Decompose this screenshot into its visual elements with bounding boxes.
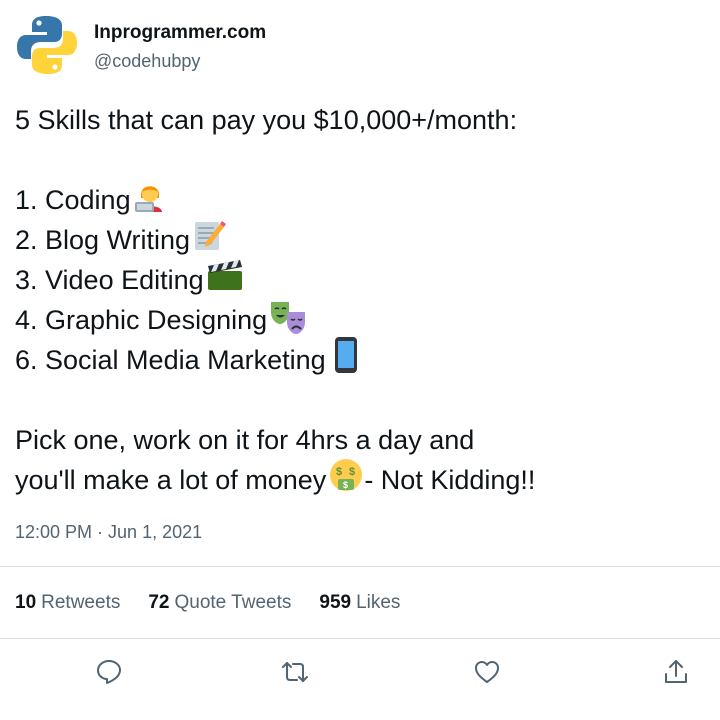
python-logo-icon[interactable] <box>14 12 80 78</box>
skill-item: 1. Coding <box>15 180 705 220</box>
skill-item-label: 3. Video Editing <box>15 265 204 295</box>
tweet-text: 5 Skills that can pay you $10,000+/month… <box>15 100 705 500</box>
tweet-date: Jun 1, 2021 <box>108 522 203 542</box>
svg-text:$: $ <box>336 466 342 478</box>
svg-text:$: $ <box>343 480 348 490</box>
tweet-closing-text: you'll make a lot of money <box>15 465 327 495</box>
retweets-stat[interactable]: 10 Retweets <box>15 592 120 614</box>
skill-item: 2. Blog Writing <box>15 220 705 260</box>
likes-label: Likes <box>356 592 401 613</box>
skill-item-label: 6. Social Media Marketing <box>15 345 326 375</box>
quote-tweets-label: Quote Tweets <box>174 592 292 613</box>
author-handle[interactable]: @codehubpy <box>94 51 200 72</box>
skill-item-label: 2. Blog Writing <box>15 225 191 255</box>
tweet-timestamp[interactable]: 12:00 PM · Jun 1, 2021 <box>15 522 202 543</box>
performing-arts-emoji-icon <box>269 294 309 347</box>
tweet-closing-line: you'll make a lot of money $ $ $ - Not K… <box>15 458 705 500</box>
tweet-stats: 10 Retweets 72 Quote Tweets 959 Likes <box>15 592 428 614</box>
divider <box>0 566 720 567</box>
money-mouth-face-emoji-icon: $ $ $ <box>328 457 364 504</box>
divider <box>0 638 720 639</box>
tweet-closing-line: Pick one, work on it for 4hrs a day and <box>15 425 475 455</box>
author-name[interactable]: Inprogrammer.com <box>94 22 266 44</box>
technologist-emoji-icon <box>133 178 167 223</box>
likes-stat[interactable]: 959 Likes <box>319 592 400 614</box>
memo-emoji-icon <box>192 218 227 263</box>
tweet-headline: 5 Skills that can pay you $10,000+/month… <box>15 105 518 135</box>
quote-tweets-count: 72 <box>148 592 170 613</box>
skill-item: 4. Graphic Designing <box>15 300 705 340</box>
skill-item-label: 1. Coding <box>15 185 131 215</box>
tweet-header: Inprogrammer.com @codehubpy <box>14 12 704 82</box>
share-icon[interactable] <box>654 650 698 694</box>
tweet-time: 12:00 PM <box>15 522 93 542</box>
like-icon[interactable] <box>465 650 509 694</box>
retweets-count: 10 <box>15 592 37 613</box>
skill-item: 3. Video Editing <box>15 258 705 303</box>
svg-text:$: $ <box>349 466 355 478</box>
clapper-board-emoji-icon <box>206 258 244 303</box>
quote-tweets-stat[interactable]: 72 Quote Tweets <box>148 592 291 614</box>
retweet-icon[interactable] <box>273 650 317 694</box>
tweet-closing-text: - Not Kidding!! <box>364 465 536 495</box>
reply-icon[interactable] <box>87 650 131 694</box>
skill-item: 6. Social Media Marketing <box>15 336 705 380</box>
timestamp-separator: · <box>92 522 109 542</box>
tweet-actions <box>0 650 720 694</box>
mobile-phone-emoji-icon <box>334 336 358 385</box>
skill-item-label: 4. Graphic Designing <box>15 305 268 335</box>
retweets-label: Retweets <box>41 592 121 613</box>
likes-count: 959 <box>319 592 352 613</box>
